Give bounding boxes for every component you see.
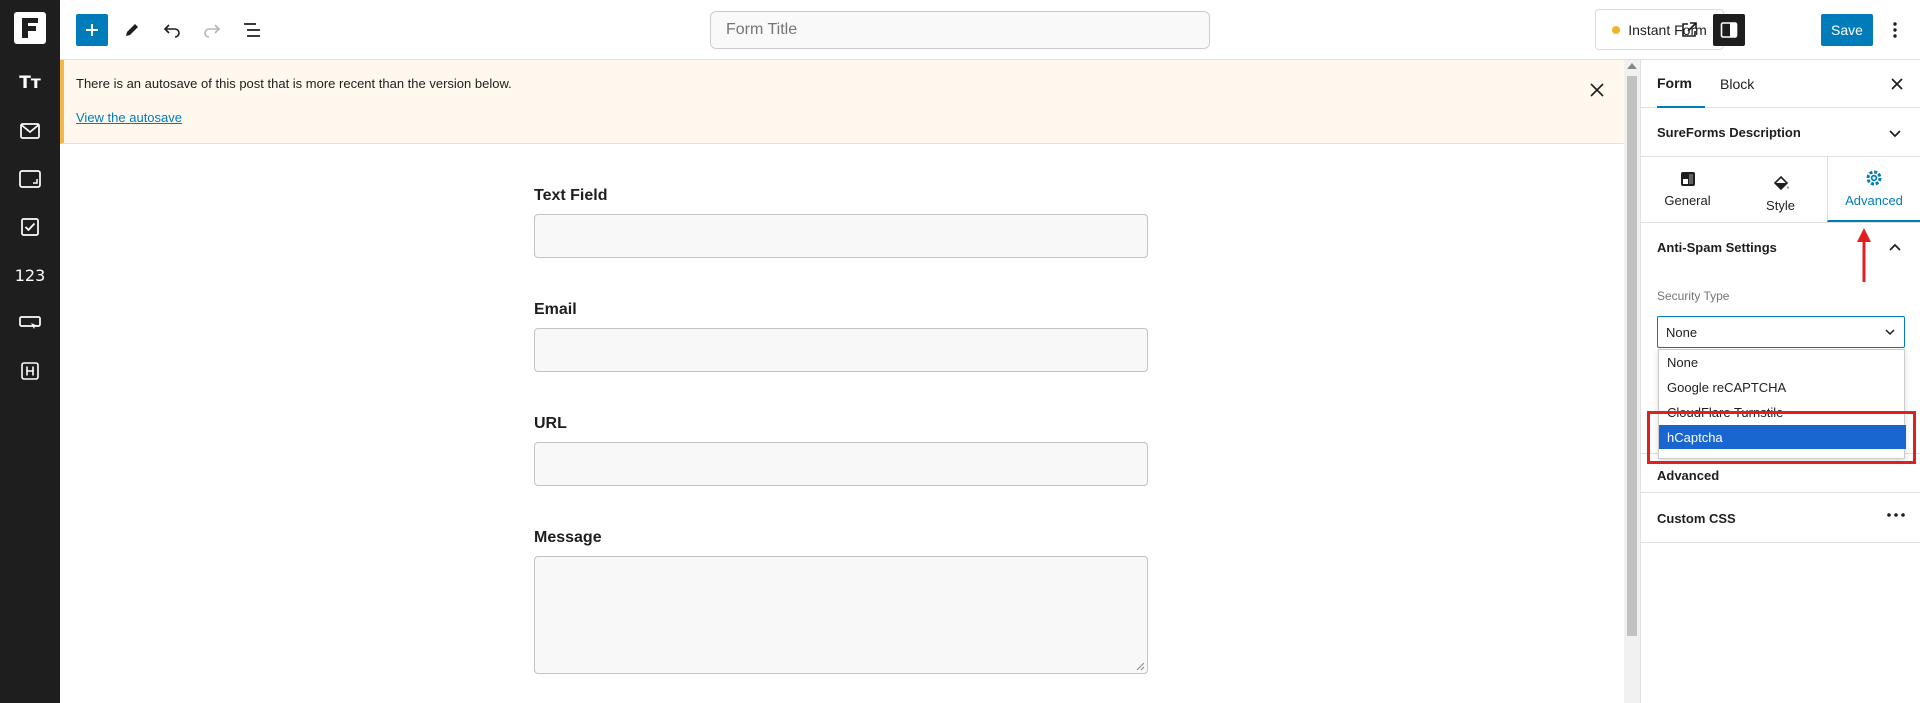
sureforms-logo[interactable] xyxy=(14,12,46,44)
segment-advanced[interactable]: Advanced xyxy=(1827,157,1920,222)
close-icon xyxy=(1590,83,1604,97)
button-icon[interactable] xyxy=(0,303,60,343)
dismiss-notice-button[interactable] xyxy=(1585,78,1609,102)
segment-style[interactable]: Style xyxy=(1734,157,1827,222)
view-autosave-link[interactable]: View the autosave xyxy=(76,110,182,125)
undo-icon xyxy=(163,24,180,38)
message-field-label: Message xyxy=(534,529,602,546)
message-textarea[interactable] xyxy=(534,556,1148,674)
close-sidebar-button[interactable] xyxy=(1885,72,1909,96)
text-field-input[interactable] xyxy=(534,214,1148,258)
chevron-up-icon[interactable] xyxy=(1887,240,1903,256)
redo-icon xyxy=(204,24,221,38)
text-icon[interactable]: Tт xyxy=(0,63,60,103)
save-button[interactable]: Save xyxy=(1821,14,1873,46)
description-panel-toggle[interactable]: SureForms Description xyxy=(1641,108,1920,157)
phone-icon[interactable] xyxy=(0,159,60,199)
segment-style-label: Style xyxy=(1766,198,1795,213)
editor-app: Tт 123 Form Title Instant Form Save Ther… xyxy=(0,0,1920,703)
anti-spam-label: Anti-Spam Settings xyxy=(1657,240,1777,255)
plus-icon xyxy=(86,24,98,36)
security-type-label: Security Type xyxy=(1657,289,1730,303)
status-dot-icon xyxy=(1612,25,1621,34)
list-view-icon xyxy=(244,23,260,37)
form-title-input[interactable]: Form Title xyxy=(710,11,1210,49)
sidebar-tabs: Form Block xyxy=(1641,60,1920,108)
hidden-field-icon[interactable] xyxy=(0,351,60,391)
chevron-down-icon xyxy=(1889,130,1901,138)
custom-css-panel-toggle[interactable]: Custom CSS xyxy=(1641,493,1920,543)
kebab-menu-icon xyxy=(1893,22,1897,38)
canvas-scrollbar-thumb[interactable] xyxy=(1627,76,1637,636)
scroll-up-arrow-icon[interactable] xyxy=(1627,63,1637,69)
url-field-label: URL xyxy=(534,415,567,432)
left-sidebar: Tт 123 xyxy=(0,0,60,703)
checkbox-icon[interactable] xyxy=(0,207,60,247)
description-label: SureForms Description xyxy=(1657,125,1801,140)
email-field-input[interactable] xyxy=(534,328,1148,372)
edit-tool-button[interactable] xyxy=(116,14,148,46)
red-arrow-annotation-icon xyxy=(1857,228,1871,282)
email-field-label: Email xyxy=(534,301,577,318)
external-link-icon xyxy=(1682,22,1697,37)
settings-panel-toggle[interactable] xyxy=(1713,14,1745,46)
segment-advanced-label: Advanced xyxy=(1845,193,1903,208)
number-icon[interactable]: 123 xyxy=(0,255,60,295)
add-block-button[interactable] xyxy=(76,14,108,46)
highlight-annotation-box xyxy=(1647,411,1916,464)
option-google-recaptcha[interactable]: Google reCAPTCHA xyxy=(1659,375,1906,399)
pencil-icon xyxy=(126,24,138,36)
autosave-notice: There is an autosave of this post that i… xyxy=(60,60,1624,144)
paint-bucket-icon xyxy=(1773,175,1788,191)
undo-button[interactable] xyxy=(156,14,188,46)
editor-canvas: There is an autosave of this post that i… xyxy=(60,60,1624,703)
top-toolbar: Form Title Instant Form Save xyxy=(60,0,1920,60)
custom-css-label: Custom CSS xyxy=(1657,511,1736,526)
redo-button[interactable] xyxy=(196,14,228,46)
url-field-input[interactable] xyxy=(534,442,1148,486)
settings-sidebar: Form Block SureForms Description General… xyxy=(1640,60,1920,703)
notice-text: There is an autosave of this post that i… xyxy=(76,76,512,91)
option-none[interactable]: None xyxy=(1659,350,1906,374)
advanced-panel-label: Advanced xyxy=(1657,468,1720,483)
segment-general-label: General xyxy=(1664,193,1711,208)
chevron-down-icon xyxy=(1885,329,1895,336)
resize-handle-icon[interactable] xyxy=(1135,661,1145,671)
preview-external-button[interactable] xyxy=(1673,14,1705,46)
text-field-label: Text Field xyxy=(534,187,608,204)
ellipsis-icon[interactable] xyxy=(1887,513,1905,517)
tab-form[interactable]: Form xyxy=(1657,60,1705,108)
tab-block[interactable]: Block xyxy=(1720,60,1754,108)
security-type-value: None xyxy=(1666,324,1698,340)
mail-icon[interactable] xyxy=(0,111,60,151)
close-icon xyxy=(1891,78,1903,90)
segment-general[interactable]: General xyxy=(1641,157,1734,222)
security-type-select[interactable]: None xyxy=(1657,316,1905,348)
layout-icon xyxy=(1680,172,1695,186)
document-overview-button[interactable] xyxy=(236,14,268,46)
more-options-button[interactable] xyxy=(1879,14,1911,46)
sidebar-toggle-icon xyxy=(1720,22,1738,38)
gear-icon xyxy=(1866,170,1882,186)
